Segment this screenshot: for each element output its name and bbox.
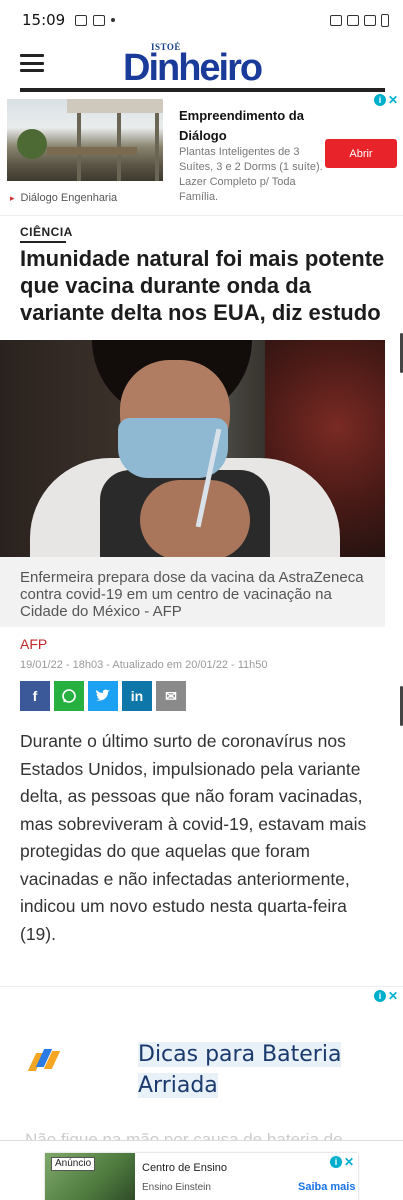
adchoices-icon[interactable]: i ✕ <box>330 1155 358 1169</box>
ad-advertiser-name: Diálogo Engenharia <box>20 192 118 204</box>
facebook-share-icon[interactable]: f <box>20 681 50 711</box>
status-time: 15:09 <box>22 11 66 29</box>
system-icons <box>330 13 389 27</box>
ad-arrow-icon: ▸ <box>10 192 15 203</box>
article-photo <box>0 340 385 557</box>
article-source[interactable]: AFP <box>20 636 47 652</box>
sticky-ad-cta[interactable]: Saiba mais <box>298 1181 355 1193</box>
alarm-icon <box>347 14 359 26</box>
advertiser-logo-icon <box>27 1049 61 1071</box>
calendar-icon <box>93 14 106 26</box>
email-share-icon[interactable]: ✉ <box>156 681 186 711</box>
menu-icon[interactable] <box>20 54 44 72</box>
twitter-share-icon[interactable] <box>88 681 118 711</box>
ad-bottom-headline[interactable]: Dicas para Bateria Arriada <box>138 1039 358 1101</box>
notification-icons <box>75 14 116 26</box>
more-dot-icon <box>111 18 116 22</box>
ad-advertiser[interactable]: ▸ Diálogo Engenharia <box>10 192 117 204</box>
image-icon <box>75 14 88 26</box>
sticky-ad-subtitle: Ensino Einstein <box>142 1182 211 1193</box>
ad-badge: Anúncio <box>51 1157 96 1171</box>
linkedin-share-icon[interactable]: in <box>122 681 152 711</box>
logo-dinheiro: Dinheiro <box>123 47 263 89</box>
site-logo[interactable]: ISTOÉ Dinheiro <box>123 42 268 89</box>
signal-icon <box>364 14 376 26</box>
sticky-ad-box[interactable]: Anúncio Centro de Ensino Ensino Einstein… <box>45 1153 358 1200</box>
article-dateline: 19/01/22 - 18h03 - Atualizado em 20/01/2… <box>20 659 268 671</box>
share-bar: f in ✉ <box>20 681 186 711</box>
ad-banner-bottom[interactable]: i ✕ Dicas para Bateria Arriada Não fique … <box>0 986 403 1146</box>
article-category[interactable]: CIÊNCIA <box>20 225 73 239</box>
ad-open-button[interactable]: Abrir <box>325 139 397 168</box>
sticky-ad[interactable]: Anúncio Centro de Ensino Ensino Einstein… <box>0 1140 403 1200</box>
sticky-ad-title[interactable]: Centro de Ensino <box>142 1162 227 1174</box>
ad-description: Plantas Inteligentes de 3 Suítes, 3 e 2 … <box>179 146 323 203</box>
article-headline: Imunidade natural foi mais potente que v… <box>20 246 385 325</box>
lock-icon <box>330 14 342 26</box>
category-underline <box>20 241 66 243</box>
adchoices-icon[interactable]: i ✕ <box>374 93 402 107</box>
ad-title[interactable]: Empreendimento da Diálogo <box>179 106 329 146</box>
article-body: Durante o último surto de coronavírus no… <box>20 731 367 944</box>
whatsapp-share-icon[interactable] <box>54 681 84 711</box>
battery-icon <box>381 13 389 27</box>
ad-banner-top[interactable]: Empreendimento da Diálogo Plantas Inteli… <box>0 92 403 216</box>
adchoices-icon[interactable]: i ✕ <box>374 989 402 1003</box>
photo-caption: Enfermeira prepara dose da vacina da Ast… <box>0 557 385 627</box>
site-header: ISTOÉ Dinheiro <box>0 40 403 92</box>
status-bar: 15:09 <box>0 0 403 40</box>
ad-image[interactable] <box>7 99 163 181</box>
